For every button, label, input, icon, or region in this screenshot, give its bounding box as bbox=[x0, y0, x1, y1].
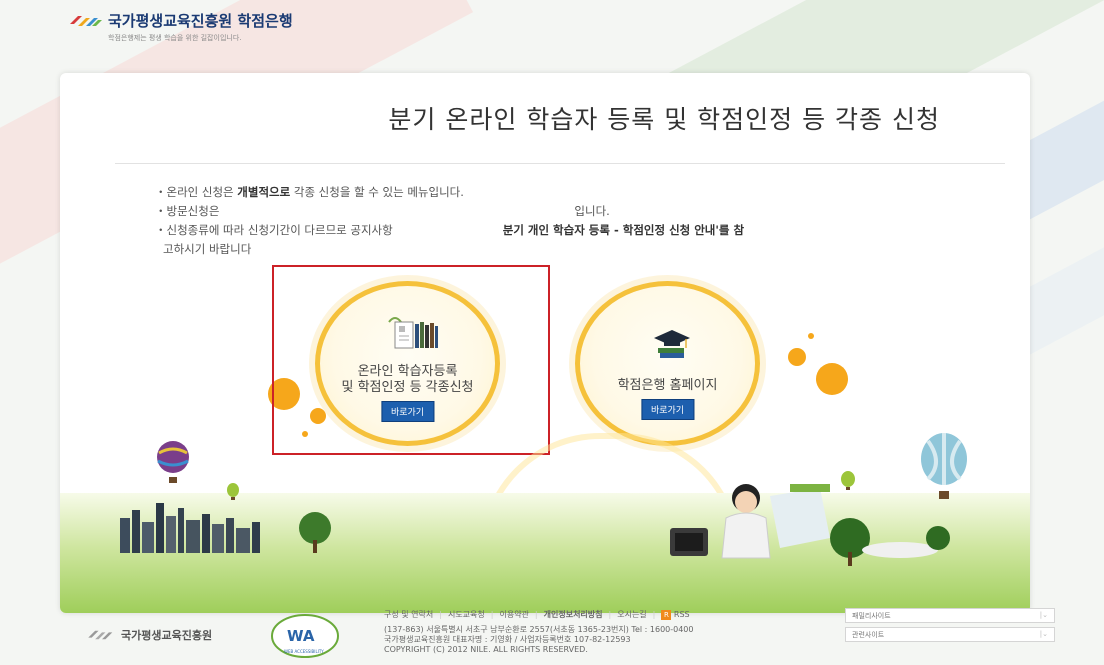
small-balloon-illustration bbox=[227, 483, 239, 500]
decor-dot bbox=[788, 348, 806, 366]
org-logo-icon bbox=[88, 630, 113, 640]
footer-logo[interactable]: 국가평생교육진흥원 bbox=[88, 627, 212, 643]
footer-link-rss[interactable]: R RSS bbox=[661, 609, 690, 620]
footer-link-privacy[interactable]: 개인정보처리방침 bbox=[544, 609, 603, 620]
main-panel: 분기 온라인 학습자 등록 및 학점인정 등 각종 신청 ・온라인 신청은 개별… bbox=[60, 73, 1030, 613]
family-site-select[interactable]: 패밀리사이트 |⌄ bbox=[845, 608, 1055, 623]
graduation-cap-icon bbox=[654, 330, 690, 358]
svg-text:WEB ACCESSIBILITY: WEB ACCESSIBILITY bbox=[284, 649, 324, 654]
page-title: 분기 온라인 학습자 등록 및 학점인정 등 각종 신청 bbox=[388, 105, 940, 134]
go-credit-bank-home-button[interactable]: 바로가기 bbox=[640, 399, 695, 420]
web-accessibility-mark-icon: WA WEB ACCESSIBILITY bbox=[271, 614, 339, 658]
notice-item: ・온라인 신청은 개별적으로 각종 신청을 할 수 있는 메뉴입니다. bbox=[155, 185, 464, 199]
highlight-box bbox=[272, 265, 550, 455]
footer-link-terms[interactable]: 이용약관 bbox=[499, 609, 528, 620]
footer-address: (137-863) 서울특별시 서초구 남부순환로 2557(서초동 1365-… bbox=[384, 625, 694, 654]
footer-link-directions[interactable]: 오시는길 bbox=[617, 609, 646, 620]
org-title: 국가평생교육진흥원 학점은행 bbox=[108, 12, 293, 30]
decor-dot bbox=[808, 333, 814, 339]
related-site-select[interactable]: 관련사이트 |⌄ bbox=[845, 627, 1055, 642]
decor-dot bbox=[816, 363, 848, 395]
footer-link-edu-office[interactable]: 시도교육청 bbox=[448, 609, 485, 620]
notice-item: ・방문신청은 입니다. bbox=[155, 204, 610, 218]
notice-item: ・신청종류에 따라 신청기간이 다르므로 공지사항 분기 개인 학습자 등록 - … bbox=[155, 223, 745, 256]
footer-links: 구성 및 연락처 | 시도교육청 | 이용약관 | 개인정보처리방침 | 오시는길 | R… bbox=[384, 609, 690, 620]
org-tagline: 학점은행제는 평생 학습을 위한 길잡이입니다. bbox=[108, 34, 242, 42]
title-divider bbox=[115, 163, 1005, 164]
credit-bank-home-card[interactable]: 학점은행 홈페이지 바로가기 bbox=[575, 281, 760, 446]
org-logo-icon bbox=[70, 15, 102, 26]
chevron-down-icon: |⌄ bbox=[1039, 611, 1048, 619]
child-with-tv-illustration bbox=[670, 484, 950, 566]
credit-bank-home-label: 학점은행 홈페이지 bbox=[617, 378, 718, 393]
svg-text:WA: WA bbox=[287, 627, 315, 645]
footer: 국가평생교육진흥원 WA WEB ACCESSIBILITY 구성 및 연락처 |… bbox=[0, 605, 1104, 665]
hot-air-balloon-illustration bbox=[157, 441, 189, 483]
notice-list: ・온라인 신청은 개별적으로 각종 신청을 할 수 있는 메뉴입니다. ・방문신… bbox=[155, 183, 955, 259]
rss-icon: R bbox=[661, 609, 672, 620]
chevron-down-icon: |⌄ bbox=[1039, 630, 1048, 638]
header-logo[interactable]: 국가평생교육진흥원 학점은행 학점은행제는 평생 학습을 위한 길잡이입니다. bbox=[70, 10, 293, 43]
footer-link-contact[interactable]: 구성 및 연락처 bbox=[384, 609, 433, 620]
